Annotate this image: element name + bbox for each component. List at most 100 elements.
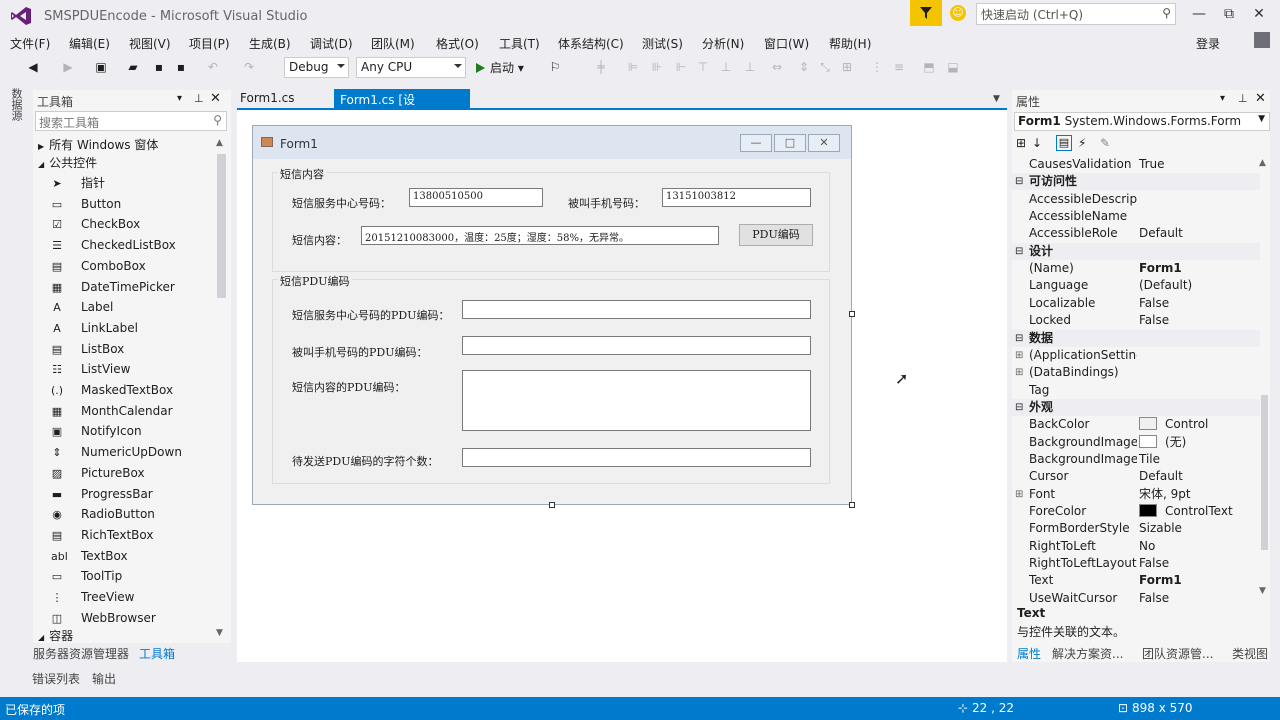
save-all-icon[interactable]: ▪ — [174, 60, 188, 74]
minimize-button[interactable]: — — [1184, 3, 1214, 25]
make-same-height-icon[interactable]: ⇕ — [797, 60, 811, 74]
properties-view-icon[interactable]: ▤ — [1056, 135, 1072, 151]
menu-build[interactable]: 生成(B) — [249, 35, 291, 52]
horizontal-spacing-icon[interactable]: ⋮ — [870, 60, 884, 74]
tab-list-dropdown-icon[interactable]: ▼ — [993, 94, 1000, 104]
property-row[interactable]: BackColor Control — [1012, 416, 1260, 433]
toolbox-item[interactable]: ➤ 指针 — [37, 173, 105, 193]
data-sources-tab[interactable]: 数据源 — [8, 88, 24, 121]
tab-output[interactable]: 输出 — [92, 672, 116, 686]
property-row[interactable]: UseWaitCursor False — [1012, 590, 1260, 607]
property-value[interactable]: Control — [1139, 416, 1208, 433]
property-value[interactable]: Default — [1139, 468, 1183, 485]
menu-view[interactable]: 视图(V) — [129, 35, 171, 52]
resize-handle-corner[interactable] — [849, 502, 855, 508]
menu-analyze[interactable]: 分析(N) — [702, 35, 744, 52]
pin-icon[interactable]: ⊥ — [194, 92, 204, 105]
property-value[interactable]: Sizable — [1139, 520, 1182, 537]
align-rights-icon[interactable]: ⊩ — [674, 60, 688, 74]
property-row[interactable]: BackgroundImage (无) — [1012, 434, 1260, 451]
align-bottoms-icon[interactable]: ⊥ — [743, 60, 757, 74]
property-value[interactable]: (Default) — [1139, 277, 1192, 294]
send-to-back-icon[interactable]: ⬓ — [946, 60, 960, 74]
collapse-icon[interactable]: ⊟ — [1015, 243, 1023, 260]
property-row[interactable]: ⊞ Font 宋体, 9pt — [1012, 486, 1260, 503]
tab-server-explorer[interactable]: 服务器资源管理器 — [33, 647, 129, 661]
toolbox-item[interactable]: ◉ RadioButton — [37, 504, 155, 524]
toolbox-item[interactable]: ▬ ProgressBar — [37, 484, 153, 504]
tab-form1-code[interactable]: Form1.cs — [240, 91, 295, 105]
toolbox-item[interactable]: ▤ RichTextBox — [37, 525, 154, 545]
menu-project[interactable]: 项目(P) — [189, 35, 230, 52]
solution-platform-select[interactable]: Any CPU — [356, 57, 466, 78]
panel-menu-chevron-icon[interactable]: ▾ — [177, 93, 182, 104]
pdu-encode-button[interactable]: PDU编码 — [739, 224, 813, 246]
close-properties-icon[interactable]: ✕ — [1255, 91, 1266, 106]
feedback-smiley-icon[interactable]: ☺ — [950, 5, 966, 21]
toolbox-group-common-controls[interactable]: ◢ 公共控件 — [38, 154, 97, 172]
quick-launch-input[interactable]: 快速启动 (Ctrl+Q) ⚲ — [976, 3, 1176, 25]
property-value[interactable]: No — [1139, 538, 1155, 555]
tab-solution-explorer[interactable]: 解决方案资... — [1052, 645, 1123, 662]
save-icon[interactable]: ▪ — [152, 60, 166, 74]
toolbox-item[interactable]: ☑ CheckBox — [37, 214, 140, 234]
textbox-sms-content[interactable]: 20151210083000，温度：25度；湿度：58%，无异常。 — [361, 226, 719, 245]
scroll-down-icon[interactable]: ▼ — [216, 628, 223, 638]
redo-icon[interactable]: ↷ — [242, 60, 256, 74]
resize-handle-bottom[interactable] — [549, 502, 555, 508]
property-value[interactable]: False — [1139, 312, 1169, 329]
tab-toolbox[interactable]: 工具箱 — [139, 647, 175, 661]
properties-scrollbar-thumb[interactable] — [1261, 395, 1268, 550]
toolbox-item[interactable]: ☷ ListView — [37, 359, 130, 379]
toolbox-item[interactable]: ▨ PictureBox — [37, 463, 145, 483]
make-same-width-icon[interactable]: ⇔ — [770, 60, 784, 74]
toolbox-item[interactable]: abl TextBox — [37, 546, 128, 566]
toolbox-item[interactable]: ▭ ToolTip — [37, 566, 122, 586]
textbox-called-number[interactable]: 13151003812 — [662, 188, 811, 207]
property-row[interactable]: Language (Default) — [1012, 277, 1260, 294]
property-value[interactable]: False — [1139, 590, 1169, 607]
toolbox-item[interactable]: ▭ Button — [37, 194, 121, 214]
tab-form1-design[interactable]: Form1.cs [设计]⊸✕ — [334, 89, 470, 124]
textbox-pdu-count[interactable] — [462, 448, 811, 467]
object-selector[interactable]: Form1 System.Windows.Forms.Form ▼ — [1014, 112, 1270, 131]
toolbox-item[interactable]: ▦ MonthCalendar — [37, 401, 173, 421]
textbox-service-center[interactable]: 13800510500 — [409, 188, 543, 207]
events-lightning-icon[interactable]: ⚡ — [1078, 136, 1086, 150]
notification-flag-icon[interactable] — [910, 0, 942, 26]
tab-error-list[interactable]: 错误列表 — [32, 672, 80, 686]
align-tops-icon[interactable]: ⊤ — [696, 60, 710, 74]
property-row[interactable]: Locked False — [1012, 312, 1260, 329]
tab-class-view[interactable]: 类视图 — [1232, 645, 1268, 662]
property-category[interactable]: ⊟ 数据 — [1012, 329, 1260, 347]
property-row[interactable]: FormBorderStyle Sizable — [1012, 520, 1260, 537]
toolbox-item[interactable]: ▦ DateTimePicker — [37, 277, 175, 297]
property-value[interactable]: False — [1139, 555, 1169, 572]
property-value[interactable]: False — [1139, 295, 1169, 312]
property-category[interactable]: ⊟ 可访问性 — [1012, 173, 1260, 191]
menu-architecture[interactable]: 体系结构(C) — [558, 35, 624, 52]
collapse-icon[interactable]: ⊟ — [1015, 399, 1023, 416]
property-value[interactable]: Form1 — [1139, 260, 1182, 277]
expand-icon[interactable]: ⊞ — [1015, 486, 1023, 503]
menu-debug[interactable]: 调试(D) — [310, 35, 353, 52]
toolbox-item[interactable]: ⇕ NumericUpDown — [37, 442, 182, 462]
resize-handle-right[interactable] — [849, 311, 855, 317]
property-value[interactable]: True — [1139, 156, 1165, 173]
start-debugging-button[interactable]: 启动 ▾ — [476, 59, 524, 76]
solution-config-select[interactable]: Debug — [284, 57, 349, 78]
property-row[interactable]: RightToLeft No — [1012, 538, 1260, 555]
property-row[interactable]: BackgroundImageL Tile — [1012, 451, 1260, 468]
property-value[interactable]: Default — [1139, 225, 1183, 242]
undo-icon[interactable]: ↶ — [206, 60, 220, 74]
menu-edit[interactable]: 编辑(E) — [69, 35, 110, 52]
property-value[interactable]: (无) — [1139, 434, 1186, 451]
navigate-forward-icon[interactable]: ▶ — [61, 60, 75, 74]
toolbox-item[interactable]: (.) MaskedTextBox — [37, 380, 173, 400]
alphabetical-icon[interactable]: ↓ — [1032, 136, 1042, 150]
property-row[interactable]: AccessibleDescript — [1012, 191, 1260, 208]
user-account-icon[interactable] — [1254, 32, 1270, 48]
property-row[interactable]: CausesValidation True — [1012, 156, 1260, 173]
panel-menu-chevron-icon[interactable]: ▾ — [1220, 93, 1225, 104]
tab-properties[interactable]: 属性 — [1017, 645, 1041, 662]
